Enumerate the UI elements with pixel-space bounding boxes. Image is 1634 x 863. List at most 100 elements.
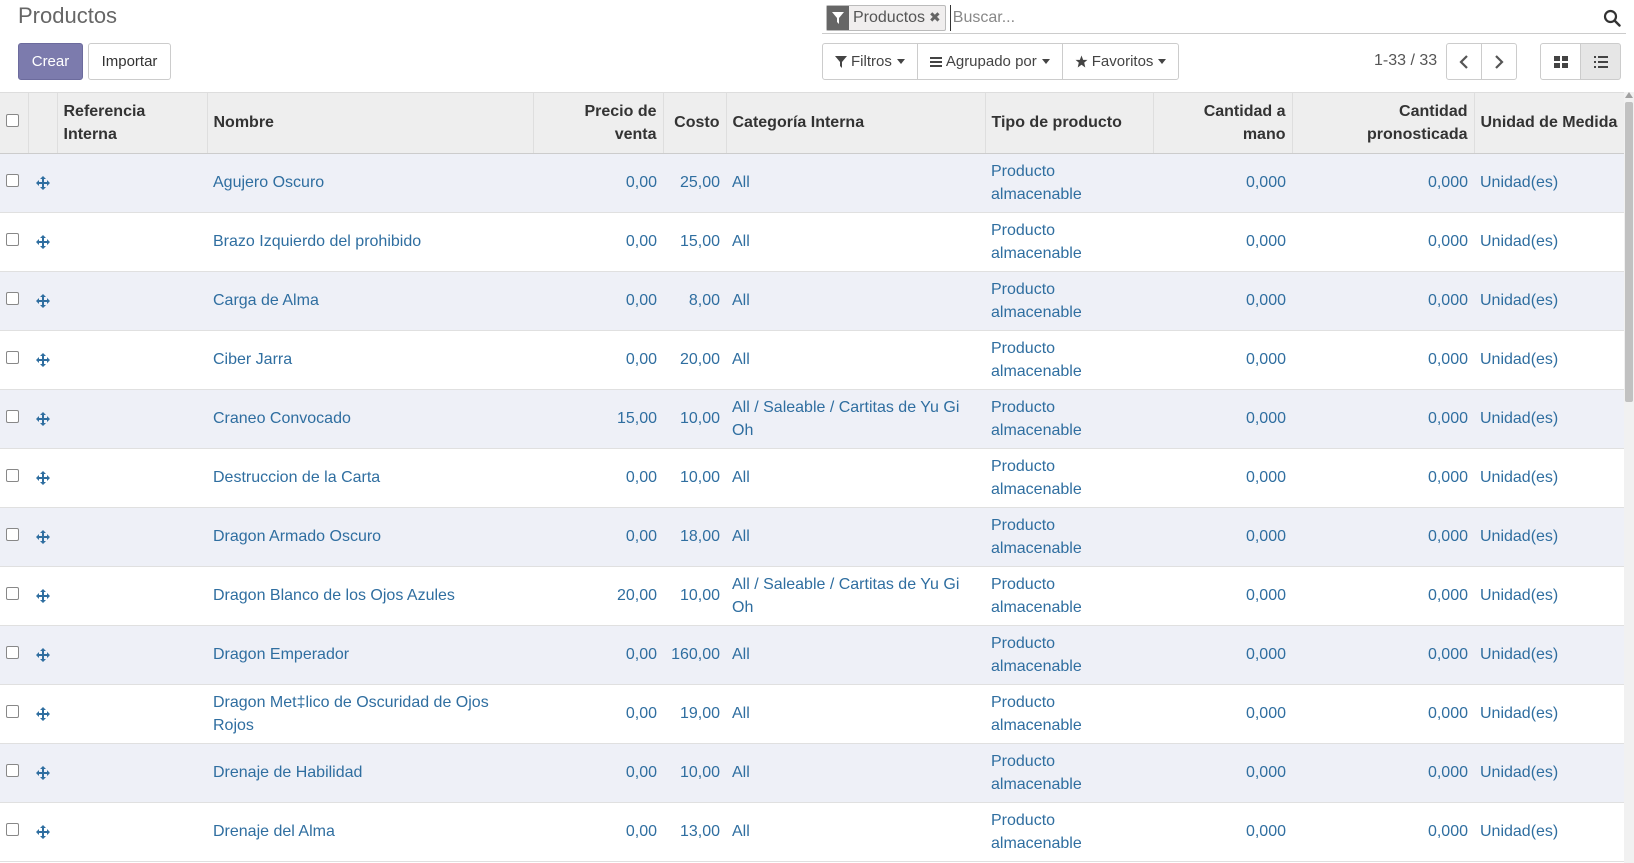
cell-ref[interactable] xyxy=(57,153,207,213)
cell-category[interactable]: All xyxy=(726,802,985,862)
cell-sale-price[interactable]: 0,00 xyxy=(533,212,663,272)
cell-cost[interactable]: 19,00 xyxy=(663,684,726,744)
cell-cost[interactable]: 10,00 xyxy=(663,448,726,508)
cell-sale-price[interactable]: 0,00 xyxy=(533,625,663,685)
cell-sale-price[interactable]: 0,00 xyxy=(533,507,663,567)
cell-type[interactable]: Producto almacenable xyxy=(985,448,1153,508)
drag-handle-icon[interactable] xyxy=(34,293,51,308)
table-row[interactable]: Carga de Alma 0,00 8,00 All Producto almacen… xyxy=(0,271,1624,331)
cell-cost[interactable]: 10,00 xyxy=(663,566,726,626)
row-checkbox[interactable] xyxy=(6,410,19,423)
cell-cost[interactable]: 18,00 xyxy=(663,507,726,567)
cell-cost[interactable]: 10,00 xyxy=(663,743,726,803)
cell-qty-forecast[interactable]: 0,000 xyxy=(1292,507,1474,567)
cell-uom[interactable]: Unidad(es) xyxy=(1474,389,1624,449)
cell-ref[interactable] xyxy=(57,330,207,390)
cell-cost[interactable]: 13,00 xyxy=(663,802,726,862)
cell-cost[interactable]: 160,00 xyxy=(663,625,726,685)
table-row[interactable]: Drenaje del Alma 0,00 13,00 All Producto alm… xyxy=(0,802,1624,862)
cell-qty-forecast[interactable]: 0,000 xyxy=(1292,153,1474,213)
cell-name[interactable]: Drenaje del Alma xyxy=(207,802,533,862)
row-checkbox[interactable] xyxy=(6,705,19,718)
cell-ref[interactable] xyxy=(57,271,207,331)
cell-ref[interactable] xyxy=(57,566,207,626)
pager-value[interactable]: 1-33 / 33 xyxy=(1374,52,1437,70)
cell-qty-on-hand[interactable]: 0,000 xyxy=(1153,802,1292,862)
cell-name[interactable]: Drenaje de Habilidad xyxy=(207,743,533,803)
pager-previous-button[interactable] xyxy=(1446,43,1482,80)
list-view-button[interactable] xyxy=(1580,43,1621,80)
table-row[interactable]: Dragon Blanco de los Ojos Azules 20,00 10,… xyxy=(0,566,1624,626)
cell-category[interactable]: All xyxy=(726,743,985,803)
cell-qty-forecast[interactable]: 0,000 xyxy=(1292,684,1474,744)
cell-category[interactable]: All xyxy=(726,330,985,390)
cell-qty-on-hand[interactable]: 0,000 xyxy=(1153,271,1292,331)
column-header-sale-price[interactable]: Precio de venta xyxy=(533,93,664,154)
cell-sale-price[interactable]: 0,00 xyxy=(533,802,663,862)
cell-ref[interactable] xyxy=(57,684,207,744)
column-header-category[interactable]: Categoría Interna xyxy=(726,93,986,154)
drag-handle-icon[interactable] xyxy=(34,647,51,662)
drag-handle-icon[interactable] xyxy=(34,765,51,780)
cell-qty-forecast[interactable]: 0,000 xyxy=(1292,802,1474,862)
drag-handle-icon[interactable] xyxy=(34,352,51,367)
cell-sale-price[interactable]: 15,00 xyxy=(533,389,663,449)
cell-type[interactable]: Producto almacenable xyxy=(985,684,1153,744)
cell-qty-forecast[interactable]: 0,000 xyxy=(1292,271,1474,331)
cell-qty-forecast[interactable]: 0,000 xyxy=(1292,448,1474,508)
drag-handle-icon[interactable] xyxy=(34,529,51,544)
cell-uom[interactable]: Unidad(es) xyxy=(1474,802,1624,862)
row-checkbox[interactable] xyxy=(6,292,19,305)
cell-qty-on-hand[interactable]: 0,000 xyxy=(1153,330,1292,390)
cell-category[interactable]: All xyxy=(726,271,985,331)
column-header-qty-forecast[interactable]: Cantidad pronosticada xyxy=(1292,93,1475,154)
cell-name[interactable]: Brazo Izquierdo del prohibido xyxy=(207,212,533,272)
cell-category[interactable]: All xyxy=(726,212,985,272)
cell-ref[interactable] xyxy=(57,743,207,803)
scroll-up-icon[interactable] xyxy=(1625,92,1633,98)
table-row[interactable]: Brazo Izquierdo del prohibido 0,00 15,00 Al… xyxy=(0,212,1624,272)
cell-qty-on-hand[interactable]: 0,000 xyxy=(1153,566,1292,626)
cell-type[interactable]: Producto almacenable xyxy=(985,212,1153,272)
cell-category[interactable]: All xyxy=(726,153,985,213)
cell-name[interactable]: Dragon Emperador xyxy=(207,625,533,685)
filters-dropdown[interactable]: Filtros xyxy=(823,44,918,79)
cell-category[interactable]: All xyxy=(726,625,985,685)
drag-handle-icon[interactable] xyxy=(34,824,51,839)
cell-sale-price[interactable]: 0,00 xyxy=(533,330,663,390)
cell-qty-on-hand[interactable]: 0,000 xyxy=(1153,448,1292,508)
group-by-dropdown[interactable]: Agrupado por xyxy=(918,44,1063,79)
pager-next-button[interactable] xyxy=(1481,43,1517,80)
cell-sale-price[interactable]: 20,00 xyxy=(533,566,663,626)
column-header-ref[interactable]: Referencia Interna xyxy=(57,93,208,154)
create-button[interactable]: Crear xyxy=(18,43,83,80)
cell-qty-on-hand[interactable]: 0,000 xyxy=(1153,625,1292,685)
cell-name[interactable]: Dragon Armado Oscuro xyxy=(207,507,533,567)
table-row[interactable]: Ciber Jarra 0,00 20,00 All Producto almacena… xyxy=(0,330,1624,390)
cell-cost[interactable]: 15,00 xyxy=(663,212,726,272)
cell-type[interactable]: Producto almacenable xyxy=(985,389,1153,449)
cell-name[interactable]: Dragon Blanco de los Ojos Azules xyxy=(207,566,533,626)
cell-qty-on-hand[interactable]: 0,000 xyxy=(1153,743,1292,803)
drag-handle-icon[interactable] xyxy=(34,470,51,485)
table-row[interactable]: Dragon Met‡lico de Oscuridad de Ojos Roj… xyxy=(0,684,1624,744)
cell-sale-price[interactable]: 0,00 xyxy=(533,153,663,213)
cell-type[interactable]: Producto almacenable xyxy=(985,802,1153,862)
cell-name[interactable]: Ciber Jarra xyxy=(207,330,533,390)
cell-uom[interactable]: Unidad(es) xyxy=(1474,507,1624,567)
row-checkbox[interactable] xyxy=(6,233,19,246)
vertical-scrollbar[interactable] xyxy=(1624,92,1634,863)
scrollbar-thumb[interactable] xyxy=(1625,102,1633,402)
drag-handle-icon[interactable] xyxy=(34,411,51,426)
cell-uom[interactable]: Unidad(es) xyxy=(1474,271,1624,331)
cell-category[interactable]: All / Saleable / Cartitas de Yu Gi Oh xyxy=(726,566,985,626)
cell-type[interactable]: Producto almacenable xyxy=(985,507,1153,567)
cell-ref[interactable] xyxy=(57,507,207,567)
cell-sale-price[interactable]: 0,00 xyxy=(533,271,663,331)
row-checkbox[interactable] xyxy=(6,174,19,187)
cell-category[interactable]: All / Saleable / Cartitas de Yu Gi Oh xyxy=(726,389,985,449)
table-row[interactable]: Agujero Oscuro 0,00 25,00 All Producto almac… xyxy=(0,153,1624,213)
cell-ref[interactable] xyxy=(57,389,207,449)
cell-category[interactable]: All xyxy=(726,684,985,744)
cell-qty-forecast[interactable]: 0,000 xyxy=(1292,743,1474,803)
